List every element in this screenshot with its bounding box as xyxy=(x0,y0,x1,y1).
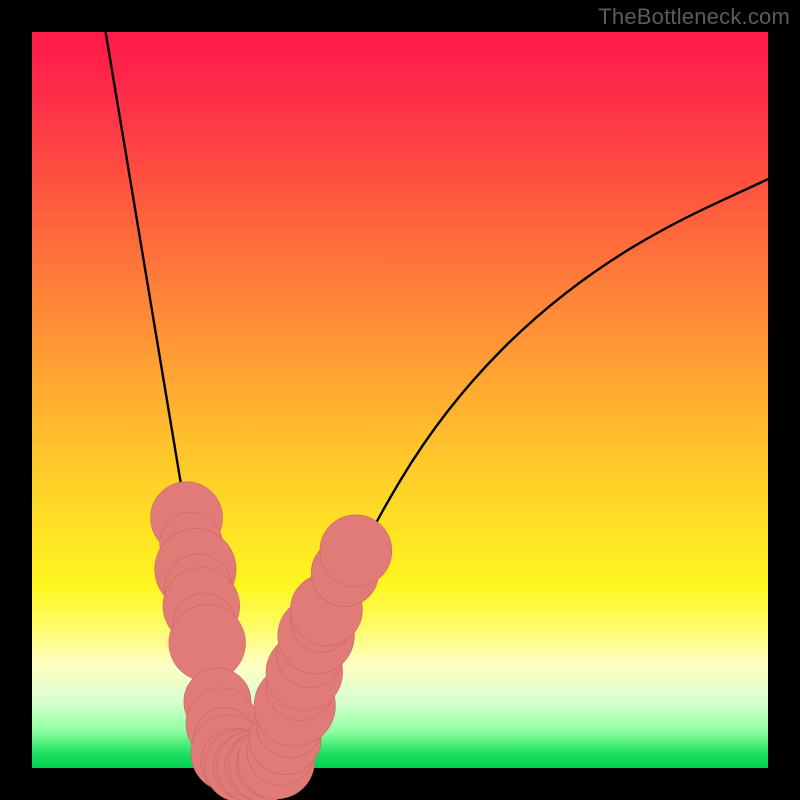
chart-frame: TheBottleneck.com xyxy=(0,0,800,800)
attribution-watermark: TheBottleneck.com xyxy=(598,4,790,30)
curve-markers xyxy=(151,482,392,800)
chart-svg xyxy=(32,32,768,768)
curve-marker xyxy=(320,515,392,587)
chart-plot-area xyxy=(32,32,768,768)
